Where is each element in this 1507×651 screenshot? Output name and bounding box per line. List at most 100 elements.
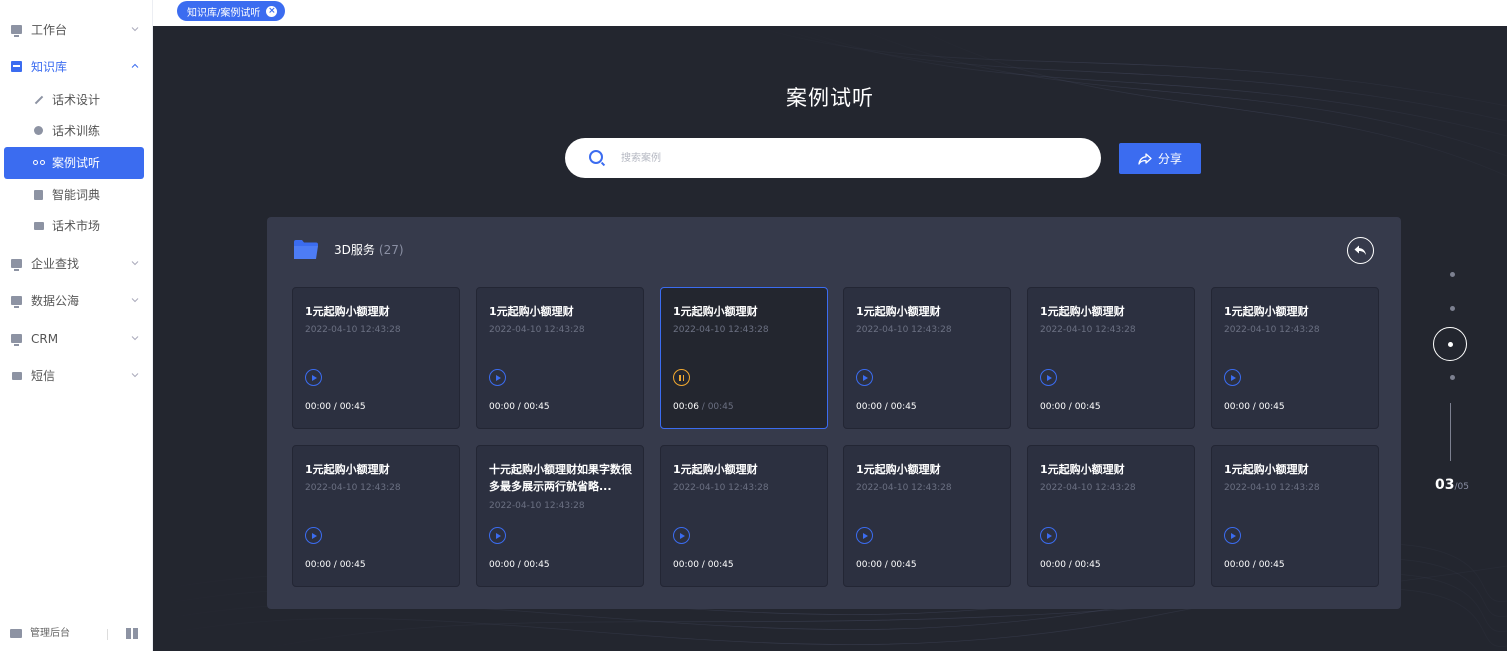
case-card[interactable]: 1元起购小额理财 2022-04-10 12:43:28 00:00 / 00:45 [1027, 445, 1195, 587]
divider [107, 629, 108, 640]
sidebar-item-label: 智能词典 [52, 188, 101, 202]
case-card[interactable]: 1元起购小额理财 2022-04-10 12:43:28 00:00 / 00:45 [1027, 287, 1195, 429]
case-card[interactable]: 十元起购小额理财如果字数很多最多展示两行就省略... 2022-04-10 12:… [476, 445, 644, 587]
main-content: 案例试听 分享 3D服务(27) 1元起购小额理财 2022-04-10 12:4… [153, 26, 1507, 651]
case-time: 00:00 / 00:45 [1224, 402, 1285, 412]
pager-line [1450, 403, 1451, 461]
time-total: / 00:45 [330, 560, 366, 570]
play-icon[interactable] [856, 369, 873, 386]
time-total: / 00:45 [1065, 560, 1101, 570]
case-card[interactable]: 1元起购小额理财 2022-04-10 12:43:28 00:00 / 00:45 [660, 445, 828, 587]
time-total: / 00:45 [881, 560, 917, 570]
case-card[interactable]: 1元起购小额理财 2022-04-10 12:43:28 00:06 / 00:45 [660, 287, 828, 429]
pager-dot[interactable] [1450, 375, 1455, 380]
sidebar-item-sms[interactable]: 短信 [0, 360, 153, 392]
time-total: / 00:45 [698, 560, 734, 570]
close-icon[interactable]: × [266, 5, 278, 17]
time-current: 00:00 [1224, 560, 1250, 570]
sidebar-item-data-pool[interactable]: 数据公海 [0, 285, 153, 317]
time-total: / 00:45 [1065, 402, 1101, 412]
case-title: 1元起购小额理财 [1040, 463, 1125, 476]
time-total: / 00:45 [1249, 402, 1285, 412]
folder-title: 3D服务 (27) [334, 243, 404, 257]
admin-link[interactable]: 管理后台 [30, 628, 70, 640]
time-total: / 00:45 [698, 402, 734, 412]
case-date: 2022-04-10 12:43:28 [1040, 483, 1136, 493]
time-current: 00:00 [1040, 402, 1066, 412]
sidebar-item-crm[interactable]: CRM [0, 323, 153, 355]
tape-icon [32, 156, 45, 169]
play-icon[interactable] [1040, 527, 1057, 544]
sidebar-item-script-design[interactable]: 话术设计 [0, 84, 153, 116]
time-current: 00:00 [489, 402, 515, 412]
case-card[interactable]: 1元起购小额理财 2022-04-10 12:43:28 00:00 / 00:45 [843, 445, 1011, 587]
case-title: 十元起购小额理财如果字数很多最多展示两行就省略... [489, 463, 632, 493]
search-icon [589, 150, 603, 164]
time-total: / 00:45 [514, 560, 550, 570]
case-time: 00:00 / 00:45 [489, 560, 550, 570]
sidebar-item-dictionary[interactable]: 智能词典 [0, 179, 153, 211]
sidebar-footer: 管理后台 [0, 619, 153, 651]
case-card[interactable]: 1元起购小额理财 2022-04-10 12:43:28 00:00 / 00:45 [1211, 287, 1379, 429]
tab-bar: 知识库/案例试听 × [153, 0, 1507, 26]
crm-icon [10, 332, 23, 346]
time-current: 00:00 [856, 402, 882, 412]
market-icon [32, 219, 45, 232]
case-title: 1元起购小额理财 [305, 463, 390, 476]
play-icon[interactable] [673, 527, 690, 544]
case-card[interactable]: 1元起购小额理财 2022-04-10 12:43:28 00:00 / 00:45 [476, 287, 644, 429]
tab-knowledge-case[interactable]: 知识库/案例试听 × [177, 1, 286, 21]
back-button[interactable] [1347, 237, 1374, 264]
sidebar-item-knowledge[interactable]: 知识库 [0, 51, 153, 83]
pager-dot[interactable] [1450, 306, 1455, 311]
play-icon[interactable] [1224, 369, 1241, 386]
case-time: 00:00 / 00:45 [305, 560, 366, 570]
case-date: 2022-04-10 12:43:28 [489, 501, 585, 511]
sidebar-item-label: 工作台 [31, 23, 68, 37]
sidebar-item-market[interactable]: 话术市场 [0, 210, 153, 242]
pause-icon[interactable] [673, 369, 690, 386]
case-title: 1元起购小额理财 [673, 305, 758, 318]
chevron-down-icon [131, 27, 139, 32]
sidebar-item-case-listening[interactable]: 案例试听 [4, 147, 144, 179]
pager-current-dot[interactable] [1433, 327, 1467, 361]
search-input[interactable] [621, 148, 1061, 168]
sidebar-item-label: 企业查找 [31, 257, 80, 271]
collapse-sidebar-icon[interactable] [126, 628, 138, 639]
case-card[interactable]: 1元起购小额理财 2022-04-10 12:43:28 00:00 / 00:45 [292, 445, 460, 587]
monitor-icon [10, 23, 23, 37]
share-button[interactable]: 分享 [1119, 143, 1201, 174]
case-card[interactable]: 1元起购小额理财 2022-04-10 12:43:28 00:00 / 00:45 [1211, 445, 1379, 587]
sidebar-item-script-training[interactable]: 话术训练 [0, 115, 153, 147]
share-label: 分享 [1157, 152, 1182, 166]
case-title: 1元起购小额理财 [489, 305, 574, 318]
chat-icon [32, 124, 45, 137]
case-title: 1元起购小额理财 [856, 305, 941, 318]
case-panel: 3D服务 (27) 1元起购小额理财 2022-04-10 12:43:28 00:0… [267, 217, 1401, 609]
pager-dot[interactable] [1450, 272, 1455, 277]
time-current: 00:00 [856, 560, 882, 570]
play-icon[interactable] [856, 527, 873, 544]
case-card[interactable]: 1元起购小额理财 2022-04-10 12:43:28 00:00 / 00:45 [292, 287, 460, 429]
sidebar-item-label: CRM [31, 332, 59, 346]
time-total: / 00:45 [514, 402, 550, 412]
sidebar-item-label: 话术市场 [52, 219, 101, 233]
play-icon[interactable] [1040, 369, 1057, 386]
play-icon[interactable] [489, 369, 506, 386]
time-current: 00:06 [673, 402, 699, 412]
time-total: / 00:45 [881, 402, 917, 412]
case-title: 1元起购小额理财 [305, 305, 390, 318]
play-icon[interactable] [305, 527, 322, 544]
case-date: 2022-04-10 12:43:28 [1224, 483, 1320, 493]
play-icon[interactable] [305, 369, 322, 386]
sidebar-item-workbench[interactable]: 工作台 [0, 14, 153, 46]
play-icon[interactable] [1224, 527, 1241, 544]
case-date: 2022-04-10 12:43:28 [1040, 325, 1136, 335]
case-card[interactable]: 1元起购小额理财 2022-04-10 12:43:28 00:00 / 00:45 [843, 287, 1011, 429]
case-title: 1元起购小额理财 [673, 463, 758, 476]
sms-icon [10, 369, 23, 382]
play-icon[interactable] [489, 527, 506, 544]
company-icon [10, 257, 23, 271]
sidebar-item-company-search[interactable]: 企业查找 [0, 248, 153, 280]
case-title: 1元起购小额理财 [1224, 305, 1309, 318]
